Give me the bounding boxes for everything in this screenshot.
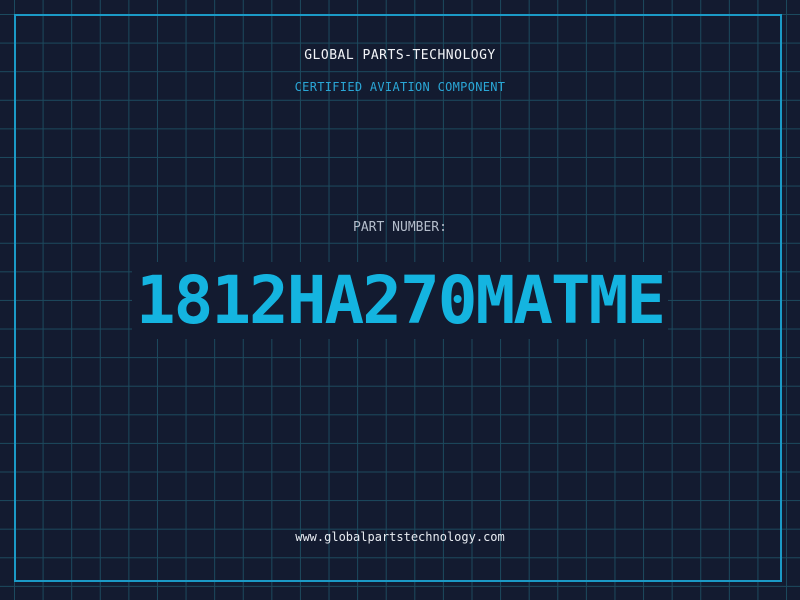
part-number-label: PART NUMBER: [353,220,447,235]
part-number-value: 1812HA270MATME [131,262,669,339]
part-label-card: GLOBAL PARTS-TECHNOLOGY CERTIFIED AVIATI… [0,0,800,600]
part-number-value-wrap: 1812HA270MATME [0,262,800,340]
certification-subtitle: CERTIFIED AVIATION COMPONENT [294,80,506,94]
website-url: www.globalpartstechnology.com [295,530,505,544]
company-name: GLOBAL PARTS-TECHNOLOGY [304,48,496,63]
